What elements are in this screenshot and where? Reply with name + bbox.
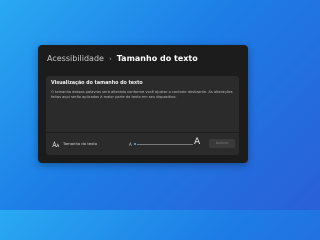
apply-button[interactable]: Aplicar bbox=[209, 139, 235, 148]
slider-max-marker: A bbox=[194, 137, 201, 147]
text-size-card: Visualização do tamanho do texto O taman… bbox=[46, 76, 239, 155]
preview-area bbox=[51, 104, 234, 128]
text-size-row: Tamanho do texto A A Aplicar bbox=[46, 133, 239, 155]
preview-title: Visualização do tamanho do texto bbox=[51, 81, 143, 86]
text-size-label: Tamanho do texto bbox=[63, 141, 98, 146]
page-title: Tamanho do texto bbox=[116, 54, 198, 63]
settings-window: Acessibilidade › Tamanho do texto Visual… bbox=[38, 45, 248, 163]
breadcrumb-parent-link[interactable]: Acessibilidade bbox=[47, 54, 104, 63]
text-size-slider[interactable] bbox=[135, 144, 193, 145]
breadcrumb: Acessibilidade › Tamanho do texto bbox=[47, 54, 198, 63]
chevron-right-icon: › bbox=[108, 54, 112, 63]
preview-description: O tamanho dessas palavras será alterado … bbox=[51, 90, 233, 99]
text-size-icon bbox=[52, 140, 60, 148]
slider-thumb[interactable] bbox=[133, 141, 137, 146]
slider-min-marker: A bbox=[129, 142, 132, 147]
